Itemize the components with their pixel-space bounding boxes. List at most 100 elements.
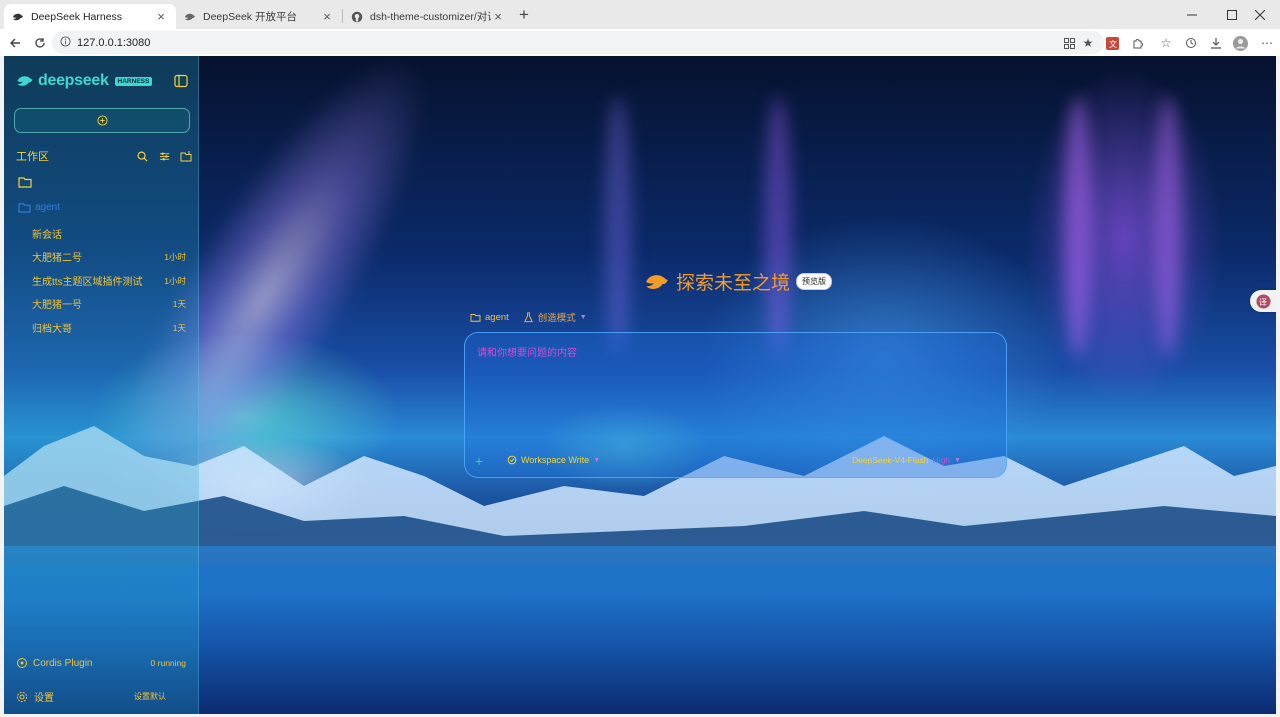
permission-icon [507,455,517,465]
plugin-label: Cordis Plugin [33,657,93,669]
settings-row[interactable]: 设置 设置默认 [16,689,186,704]
effort-label: High [932,455,951,465]
plugin-icon [17,658,27,668]
folder-icon[interactable] [18,176,32,188]
plugin-status-row[interactable]: Cordis Plugin 0 running [16,657,186,669]
conversation-item[interactable]: 大肥猪二号 1小时 [32,249,186,265]
background-aurora [1154,96,1182,356]
more-menu-icon[interactable]: ⋯ [1257,33,1277,53]
deepseek-favicon-icon [12,11,24,23]
folder-agent[interactable]: agent [18,202,60,213]
tab-close-icon[interactable]: × [320,9,334,24]
chat-composer[interactable]: 请和你想要问题的内容 + Workspace Write ▼ DeepSeek-… [464,332,1007,478]
translate-icon: 译 [1255,293,1271,309]
chevron-down-icon: ▼ [593,456,601,464]
preview-badge: 预览版 [796,273,833,290]
settings-label: 设置 [34,693,54,704]
chevron-down-icon: ▼ [579,313,587,321]
tab-deepseek-platform[interactable]: DeepSeek 开放平台 × [176,4,342,29]
new-folder-icon[interactable] [180,150,192,162]
conversation-item[interactable]: 归档大哥 1天 [32,320,186,336]
conversation-time: 1小时 [164,275,186,286]
permission-selector[interactable]: Workspace Write ▼ [507,455,600,465]
folder-open-icon [18,203,31,213]
conversation-title: 新会话 [32,230,62,241]
folder-chip[interactable]: agent [470,312,509,323]
send-arrow-icon[interactable]: ↑ [987,455,999,467]
hero-title-block: 探索未至之境 预览版 [644,268,833,295]
search-icon[interactable] [136,150,148,162]
translate-extension-icon[interactable]: 文 [1102,33,1122,53]
conversation-item[interactable]: 大肥猪一号 1天 [32,296,186,312]
tab-title: dsh-theme-customizer/对话区测试 [370,11,491,23]
model-selector[interactable]: DeepSeek-V4-Flash High ▼ [852,455,961,465]
deepseek-favicon-icon [184,11,196,23]
svg-text:文: 文 [1109,39,1117,49]
mode-chip-label: 创造模式 [537,313,576,324]
tab-close-icon[interactable]: × [154,9,168,24]
composer-chip-row: agent 创造模式 ▼ [470,310,587,324]
workspace-header: 工作区 [16,148,192,164]
workspace-title: 工作区 [16,151,49,163]
reset-default-link[interactable]: 设置默认 [134,691,166,702]
background-aurora [604,96,632,356]
minimize-icon[interactable] [1172,0,1212,29]
page-viewport: deepseek HARNESS 工作区 agent 新会话 大肥猪二号 1小时… [4,56,1276,714]
download-icon[interactable] [1206,33,1226,53]
extensions-puzzle-icon[interactable] [1128,33,1148,53]
permission-label: Workspace Write [521,455,590,465]
folder-icon [470,313,481,322]
conversation-time: 1天 [172,322,186,333]
conversation-title: 大肥猪二号 [32,253,82,264]
folder-agent-label: agent [35,202,61,213]
conversation-item[interactable]: 新会话 [32,226,186,241]
sidebar-collapse-icon[interactable] [174,74,188,88]
browser-toolbar: 127.0.0.1:3080 ★ 文 ☆ ⋯ [0,29,1280,56]
filter-sliders-icon[interactable] [158,150,170,162]
model-label: DeepSeek-V4-Flash [852,455,929,465]
favorites-icon[interactable]: ☆ [1156,33,1176,53]
mode-chip[interactable]: 创造模式 ▼ [523,310,587,324]
profile-avatar-icon[interactable] [1230,33,1250,53]
tab-github-theme-customizer[interactable]: dsh-theme-customizer/对话区测试 × [343,4,513,29]
conversation-item[interactable]: 生成tts主题区域插件测试 1小时 [32,273,186,289]
brand-badge: HARNESS [114,76,153,86]
brand-name: deepseek [38,72,109,89]
window-close-icon[interactable] [1240,0,1280,29]
composer-placeholder: 请和你想要问题的内容 [477,348,577,359]
back-icon[interactable] [4,32,26,54]
attach-plus-icon[interactable]: + [475,454,487,468]
github-favicon-icon [351,11,363,23]
new-chat-button[interactable] [14,108,190,133]
tab-title: DeepSeek Harness [31,10,123,23]
hero-title: 探索未至之境 [676,273,791,294]
conversation-title: 生成tts主题区域插件测试 [32,277,143,288]
tab-title: DeepSeek 开放平台 [203,11,297,23]
new-tab-button[interactable]: + [514,5,534,25]
conversation-time: 1小时 [164,251,186,262]
plugin-status: 0 running [150,658,186,668]
gear-icon [16,691,28,702]
bookmark-star-icon[interactable]: ★ [1078,33,1098,53]
plus-circle-icon [96,115,108,126]
browser-tabstrip: DeepSeek Harness × DeepSeek 开放平台 × dsh-t… [0,0,1280,29]
sidebar: deepseek HARNESS 工作区 agent 新会话 大肥猪二号 1小时… [4,56,199,714]
brand-logo[interactable]: deepseek HARNESS [16,71,153,91]
url-text: 127.0.0.1:3080 [77,36,151,49]
address-bar[interactable]: 127.0.0.1:3080 [52,31,1104,54]
background-aurora [1064,96,1092,356]
conversation-time: 1天 [172,298,186,309]
apps-grid-icon[interactable] [1059,33,1079,53]
reload-icon[interactable] [29,32,51,54]
site-info-icon[interactable] [60,34,71,52]
history-icon[interactable] [1181,33,1201,53]
tab-deepseek-harness[interactable]: DeepSeek Harness × [4,4,176,29]
conversation-title: 归档大哥 [32,324,72,335]
conversation-title: 大肥猪一号 [32,300,82,311]
flask-icon [523,311,533,322]
deepseek-whale-icon [646,274,668,289]
deepseek-whale-icon [17,76,33,86]
floating-translate-button[interactable]: 译 [1250,290,1276,312]
folder-chip-label: agent [485,311,509,323]
tab-close-icon[interactable]: × [491,9,505,24]
